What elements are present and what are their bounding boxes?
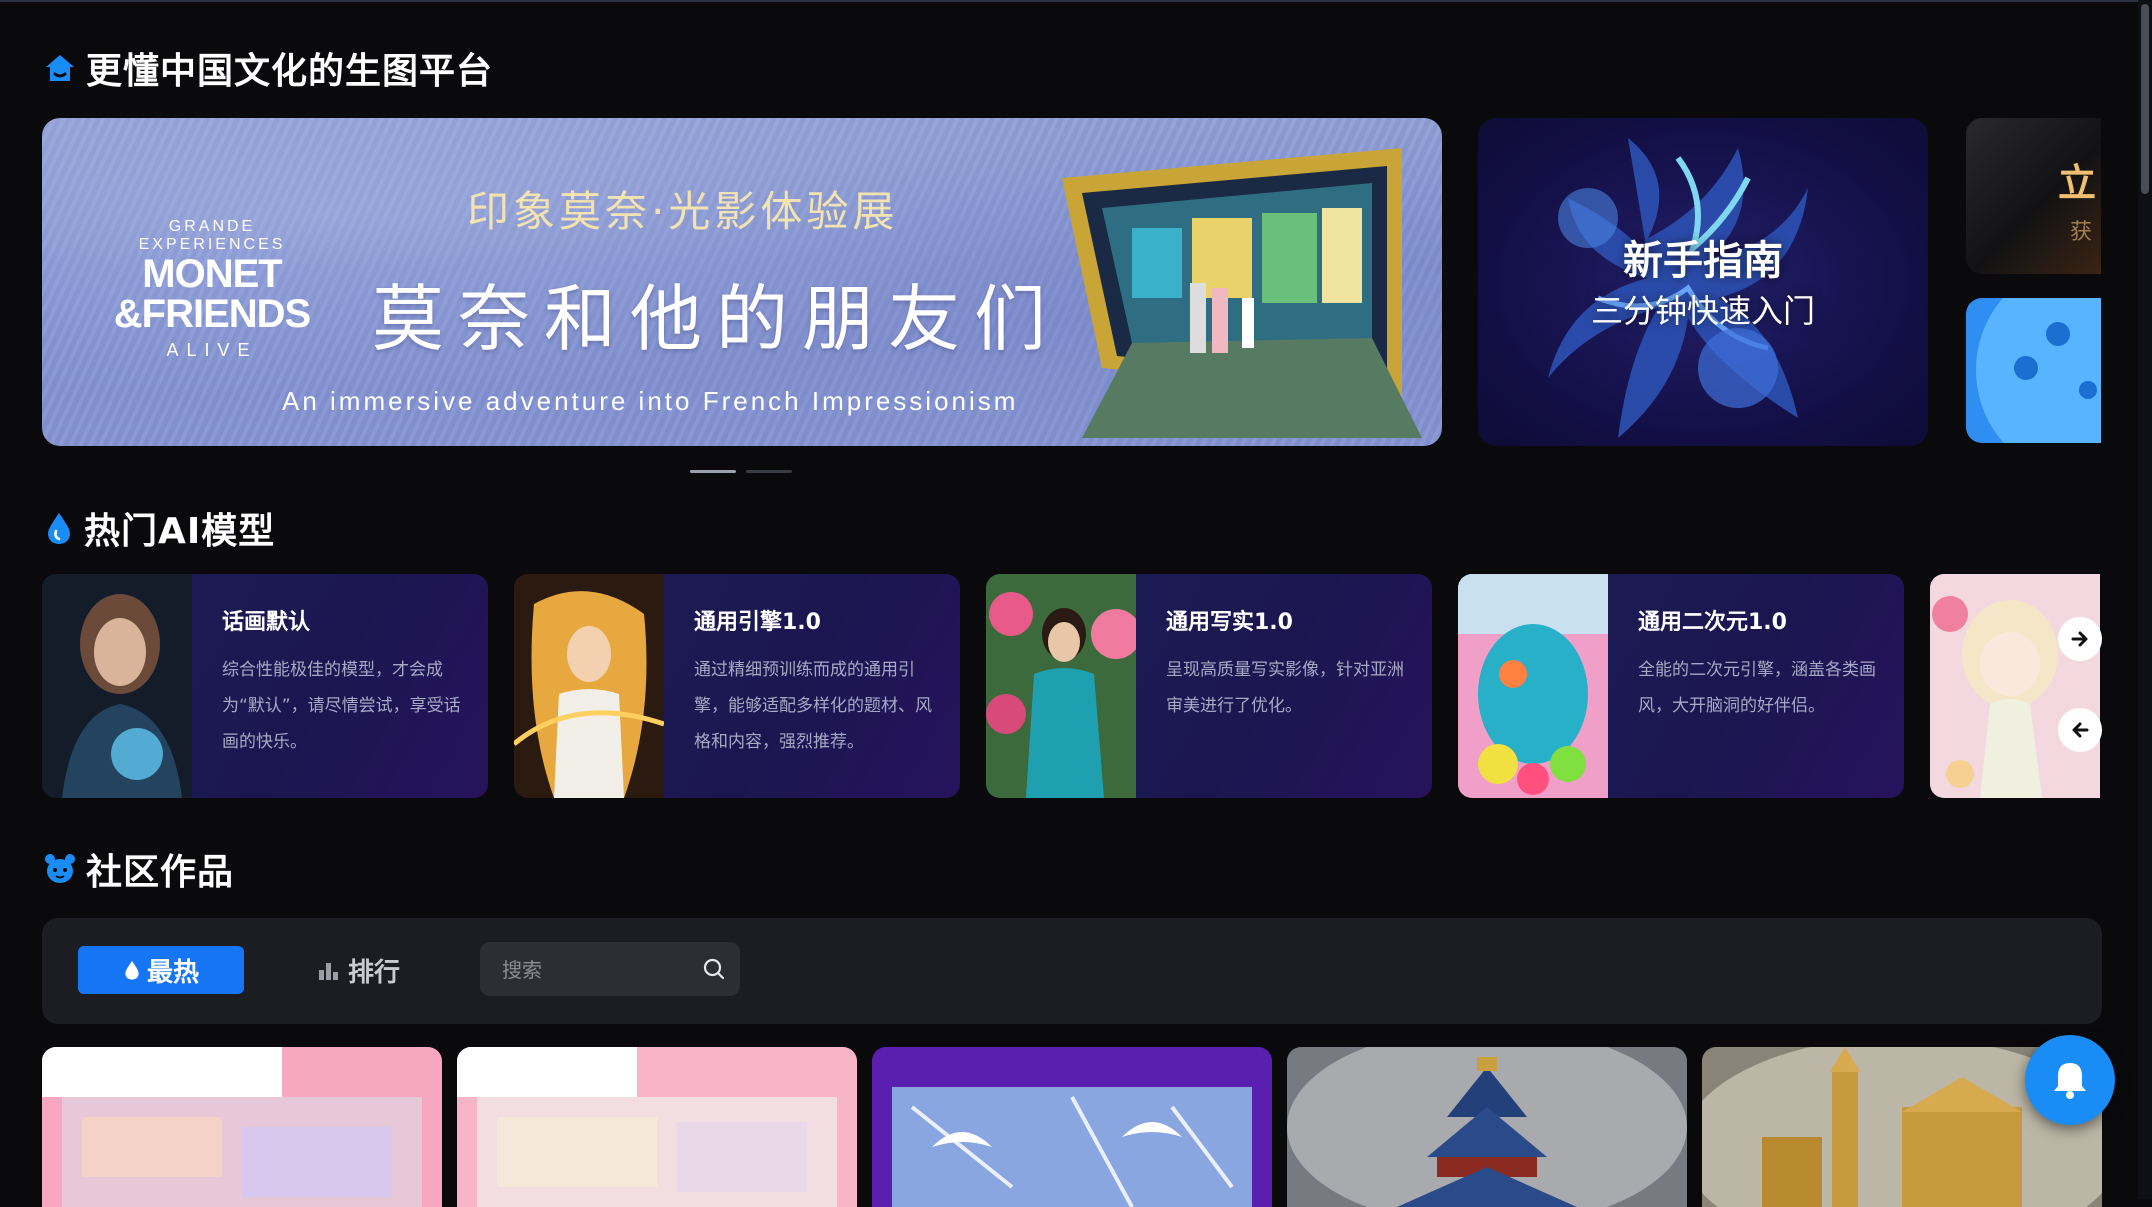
model-name: 通用引擎1.0: [694, 610, 821, 635]
promo-card-text2: 获: [2070, 220, 2093, 245]
blue-face-illustration: [1976, 298, 2101, 443]
work-card[interactable]: [1287, 1047, 1687, 1207]
model-desc: 综合性能极佳的模型，才会成为“默认”，请尽情尝试，享受话画的快乐。: [222, 660, 461, 752]
model-card-partial[interactable]: [1930, 574, 2100, 798]
scrollbar-thumb[interactable]: [2141, 4, 2149, 194]
scrollbar[interactable]: [2138, 0, 2152, 1199]
beginner-guide-card[interactable]: 新手指南 三分钟快速入门: [1478, 118, 1928, 446]
platform-section-title: 更懂中国文化的生图平台: [44, 42, 493, 94]
model-thumbnail: [1458, 574, 1608, 798]
logo-line1: MONET: [142, 252, 282, 296]
hot-tab-button[interactable]: 最热: [78, 946, 244, 994]
search-box[interactable]: [480, 942, 740, 998]
bear-icon: [45, 854, 75, 883]
logo-line2: &FRIENDS: [113, 292, 311, 336]
community-filter-bar: 最热 排行: [42, 918, 2102, 1024]
rank-tab-button[interactable]: 排行: [318, 946, 400, 994]
community-section-title: 社区作品: [44, 843, 234, 895]
banner-subtitle: 印象莫奈·光影体验展: [467, 187, 899, 236]
promo-card-blue-partial[interactable]: [1966, 298, 2101, 443]
model-desc: 全能的二次元引擎，涵盖各类画风，大开脑洞的好伴侣。: [1638, 660, 1876, 716]
model-thumbnail: [986, 574, 1136, 798]
work-image: [1287, 1047, 1687, 1207]
carousel-dot[interactable]: [746, 470, 792, 473]
banner-tagline: An immersive adventure into French Impre…: [282, 386, 1019, 416]
carousel-next-button[interactable]: [2058, 617, 2102, 661]
banner-logo: GRANDE EXPERIENCES MONET &FRIENDS ALIVE: [112, 218, 312, 361]
work-image: [42, 1047, 442, 1207]
banner-title: 莫奈和他的朋友们: [372, 277, 1061, 361]
carousel-dot-active[interactable]: [690, 470, 736, 473]
top-border: [0, 0, 2152, 2]
promo-card-text: 立: [2058, 161, 2097, 205]
work-image: [457, 1047, 857, 1207]
model-thumbnail: [514, 574, 664, 798]
guide-subtitle: 三分钟快速入门: [1590, 292, 1815, 330]
model-thumbnail: [42, 574, 192, 798]
model-card[interactable]: 通用引擎1.0 通过精细预训练而成的通用引擎，能够适配多样化的题材、风格和内容，…: [514, 574, 960, 798]
work-image: [872, 1047, 1272, 1207]
fire-icon: [125, 961, 139, 980]
work-card[interactable]: [42, 1047, 442, 1207]
gallery-frame-illustration: [1062, 148, 1422, 438]
work-card[interactable]: [872, 1047, 1272, 1207]
model-card[interactable]: 话画默认 综合性能极佳的模型，才会成为“默认”，请尽情尝试，享受话画的快乐。: [42, 574, 488, 798]
model-card[interactable]: 通用二次元1.0 全能的二次元引擎，涵盖各类画风，大开脑洞的好伴侣。: [1458, 574, 1904, 798]
models-section-title: 热门AI模型: [44, 502, 275, 554]
bell-icon: [2054, 1063, 2086, 1099]
community-title-text: 社区作品: [86, 852, 235, 893]
model-name: 话画默认: [222, 610, 311, 635]
hot-tab-label: 最热: [146, 957, 199, 988]
model-card[interactable]: 通用写实1.0 呈现高质量写实影像，针对亚洲审美进行了优化。: [986, 574, 1432, 798]
logo-alive: ALIVE: [166, 340, 258, 360]
bar-chart-icon: [319, 963, 338, 980]
model-name: 通用写实1.0: [1166, 610, 1293, 635]
guide-title: 新手指南: [1623, 238, 1783, 284]
search-icon[interactable]: [702, 957, 726, 981]
search-input[interactable]: [500, 942, 694, 998]
work-card[interactable]: [457, 1047, 857, 1207]
home-icon: [46, 55, 74, 81]
model-desc: 呈现高质量写实影像，针对亚洲审美进行了优化。: [1166, 660, 1404, 716]
fire-icon: [48, 513, 70, 544]
notification-button[interactable]: [2025, 1035, 2115, 1125]
models-title-text: 热门AI模型: [84, 511, 276, 552]
arrow-right-icon: [2071, 631, 2088, 647]
carousel-dots: [690, 470, 792, 473]
model-name: 通用二次元1.0: [1638, 610, 1787, 635]
rank-tab-label: 排行: [348, 957, 401, 988]
arrow-left-icon: [2072, 722, 2089, 738]
model-desc: 通过精细预训练而成的通用引擎，能够适配多样化的题材、风格和内容，强烈推荐。: [694, 660, 932, 752]
carousel-prev-button[interactable]: [2058, 708, 2102, 752]
hero-banner[interactable]: GRANDE EXPERIENCES MONET &FRIENDS ALIVE …: [42, 118, 1442, 446]
promo-card-partial[interactable]: 立 获: [1966, 118, 2101, 274]
model-thumbnail: [1930, 574, 2100, 798]
logo-small-text: GRANDE EXPERIENCES: [138, 218, 286, 253]
platform-title-text: 更懂中国文化的生图平台: [86, 51, 494, 92]
